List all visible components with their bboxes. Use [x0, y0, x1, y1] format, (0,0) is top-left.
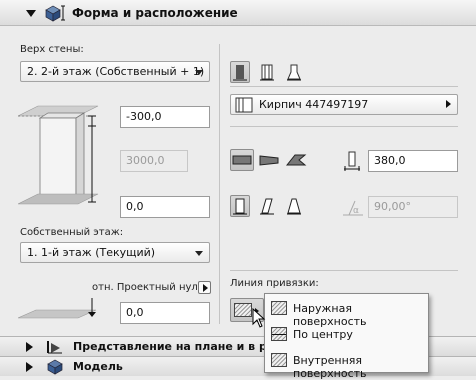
mouse-cursor-icon: [252, 308, 266, 328]
wall-angle-field: 90,00°: [368, 196, 458, 218]
wall-thickness-field[interactable]: 380,0: [368, 150, 458, 172]
ref-level-picker-button[interactable]: [198, 281, 211, 294]
panel-header[interactable]: Форма и расположение: [0, 0, 476, 26]
column-divider: [219, 44, 220, 324]
expand-triangle-icon[interactable]: [26, 362, 33, 372]
straight-wall-icon: [232, 155, 252, 165]
chevron-down-icon: [195, 251, 203, 256]
reference-level-diagram-icon: [18, 298, 97, 319]
svg-text:α: α: [353, 206, 359, 216]
wall-angle-icon: α: [343, 200, 363, 216]
menu-item-inside-face[interactable]: Внутренняя поверхность: [265, 348, 428, 380]
chevron-down-icon: [195, 70, 203, 75]
center-icon: [271, 327, 287, 341]
wall-height-diagram-icon: [18, 105, 99, 205]
double-slanted-wall-button[interactable]: [284, 195, 304, 217]
home-story-value: 1. 1-й этаж (Текущий): [27, 246, 156, 259]
top-wall-value: 2. 2-й этаж (Собственный + 1): [27, 65, 205, 78]
vertical-wall-button[interactable]: [230, 195, 250, 217]
menu-item-label: По центру: [293, 328, 353, 341]
slanted-wall-icon: [260, 198, 274, 215]
basic-wall-icon: [233, 65, 247, 81]
home-story-dropdown[interactable]: 1. 1-й этаж (Текущий): [20, 242, 210, 263]
material-value: Кирпич 447497197: [259, 98, 369, 111]
reference-line-popup: Наружная поверхность По центру Внутрення…: [264, 293, 429, 380]
top-wall-label: Верх стены:: [20, 44, 84, 55]
menu-item-center[interactable]: По центру: [265, 322, 428, 347]
top-wall-dropdown[interactable]: 2. 2-й этаж (Собственный + 1): [20, 61, 210, 82]
outside-face-icon: [234, 303, 252, 317]
arrow-right-icon: [203, 284, 208, 292]
double-slanted-wall-icon: [287, 198, 301, 215]
polygonal-wall-button[interactable]: [284, 149, 308, 171]
section-title: Представление на плане и в раз: [73, 340, 281, 353]
expand-triangle-icon[interactable]: [26, 342, 33, 352]
wall-thickness-icon: [344, 151, 360, 171]
panel-title: Форма и расположение: [72, 6, 238, 20]
floor-plan-section-icon: [47, 341, 62, 354]
wall-height-field: 3000,0: [120, 150, 188, 172]
profile-wall-icon: [287, 64, 301, 81]
reference-line-label: Линия привязки:: [230, 278, 319, 289]
basic-wall-button[interactable]: [230, 61, 250, 83]
outside-face-icon: [271, 301, 287, 315]
home-story-label: Собственный этаж:: [20, 227, 124, 238]
bottom-offset-field[interactable]: 0,0: [120, 196, 210, 218]
menu-item-outside-face[interactable]: Наружная поверхность: [265, 296, 428, 328]
slanted-wall-button[interactable]: [257, 195, 277, 217]
composite-wall-button[interactable]: [257, 61, 277, 83]
vertical-wall-icon: [233, 198, 247, 215]
divider: [230, 126, 458, 127]
section-title: Модель: [73, 360, 123, 373]
brick-hatch-icon: [235, 97, 253, 113]
inside-face-icon: [271, 353, 287, 367]
material-dropdown[interactable]: Кирпич 447497197: [230, 94, 458, 115]
top-offset-field[interactable]: -300,0: [120, 106, 210, 128]
trapezoid-wall-button[interactable]: [257, 149, 281, 171]
trapezoid-wall-icon: [259, 155, 279, 166]
menu-item-label: Внутренняя поверхность: [293, 354, 367, 380]
model-cube-icon: [47, 359, 63, 375]
ref-level-label: отн. Проектный нуль: [92, 282, 204, 293]
divider: [230, 86, 458, 87]
straight-wall-button[interactable]: [230, 149, 254, 171]
profile-wall-button[interactable]: [284, 61, 304, 83]
cube-height-icon: [45, 5, 65, 22]
composite-wall-icon: [260, 64, 274, 81]
arrow-right-icon: [446, 100, 451, 108]
collapse-triangle-icon[interactable]: [26, 10, 36, 17]
ref-level-field[interactable]: 0,0: [120, 302, 210, 324]
divider: [230, 270, 458, 271]
polygonal-wall-icon: [285, 154, 307, 166]
